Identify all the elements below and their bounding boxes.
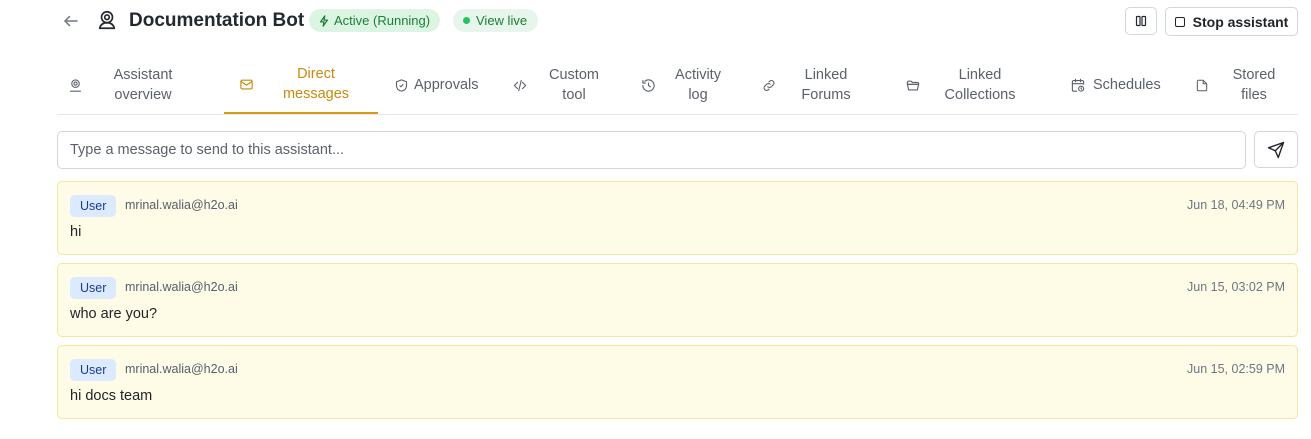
message-item: User mrinal.walia@h2o.ai Jun 18, 04:49 P…	[57, 181, 1298, 255]
arrow-left-icon	[64, 15, 78, 27]
tab-label: Custom tool	[549, 67, 599, 103]
sender-email: mrinal.walia@h2o.ai	[125, 280, 238, 294]
tab-label: Stored files	[1232, 67, 1276, 103]
tab-label: Linked Forums	[801, 67, 851, 103]
calendar-clock-icon	[1071, 78, 1085, 92]
message-item: User mrinal.walia@h2o.ai Jun 15, 02:59 P…	[57, 345, 1298, 419]
view-live-label: View live	[476, 13, 528, 28]
tab-label: Activity log	[675, 67, 721, 103]
message-text: who are you?	[70, 306, 158, 322]
status-badge-label: Active (Running)	[334, 13, 431, 28]
stop-assistant-label: Stop assistant	[1192, 13, 1289, 30]
message-item: User mrinal.walia@h2o.ai Jun 15, 03:02 P…	[57, 263, 1298, 337]
message-input[interactable]	[57, 131, 1246, 169]
page-header: Documentation Bot Active (Running) View …	[0, 0, 1311, 42]
message-timestamp: Jun 18, 04:49 PM	[1187, 198, 1285, 212]
tab-label: Schedules	[1093, 77, 1161, 93]
tab-activity-log[interactable]: Activity log	[640, 56, 750, 114]
tab-linked-forums[interactable]: Linked Forums	[761, 56, 891, 114]
tab-linked-collections[interactable]: Linked Collections	[905, 56, 1035, 114]
tab-custom-tool[interactable]: Custom tool	[512, 56, 612, 114]
view-live-button[interactable]: View live	[453, 9, 539, 32]
back-button[interactable]	[59, 9, 83, 33]
send-icon	[1267, 141, 1285, 158]
role-badge: User	[70, 195, 117, 217]
link-icon	[763, 79, 775, 91]
history-icon	[641, 78, 655, 92]
role-badge: User	[70, 277, 117, 299]
tab-schedules[interactable]: Schedules	[1070, 56, 1185, 114]
stop-icon	[1174, 16, 1185, 27]
toggle-panel-button[interactable]	[1125, 7, 1157, 35]
code-icon	[513, 79, 527, 91]
bolt-icon	[319, 14, 329, 27]
stop-assistant-button[interactable]: Stop assistant	[1165, 7, 1298, 36]
robot-icon	[98, 10, 116, 30]
file-icon	[1196, 79, 1208, 91]
envelope-icon	[239, 79, 253, 89]
tab-label: Approvals	[414, 77, 479, 93]
role-badge: User	[70, 359, 117, 381]
message-text: hi docs team	[70, 388, 153, 404]
sender-email: mrinal.walia@h2o.ai	[125, 362, 238, 376]
tab-stored-files[interactable]: Stored files	[1194, 56, 1298, 114]
tab-label: Linked Collections	[944, 67, 1016, 103]
tab-label: Assistant overview	[113, 67, 173, 103]
folder-open-icon	[906, 80, 920, 90]
tab-approvals[interactable]: Approvals	[393, 56, 493, 114]
message-text: hi	[70, 224, 82, 240]
tab-bar: Assistant overview Direct messages Appro…	[57, 56, 1298, 115]
tab-assistant-overview[interactable]: Assistant overview	[67, 56, 197, 114]
message-timestamp: Jun 15, 02:59 PM	[1187, 362, 1285, 376]
sender-email: mrinal.walia@h2o.ai	[125, 198, 238, 212]
live-dot-icon	[463, 17, 470, 24]
tab-direct-messages[interactable]: Direct messages	[224, 56, 378, 114]
tab-label: Direct messages	[282, 66, 350, 102]
status-badge: Active (Running)	[309, 9, 441, 32]
send-button[interactable]	[1254, 131, 1298, 168]
message-timestamp: Jun 15, 03:02 PM	[1187, 280, 1285, 294]
robot-icon	[69, 78, 81, 92]
shield-check-icon	[395, 78, 407, 92]
columns-icon	[1135, 15, 1147, 27]
page-title: Documentation Bot	[129, 10, 305, 31]
